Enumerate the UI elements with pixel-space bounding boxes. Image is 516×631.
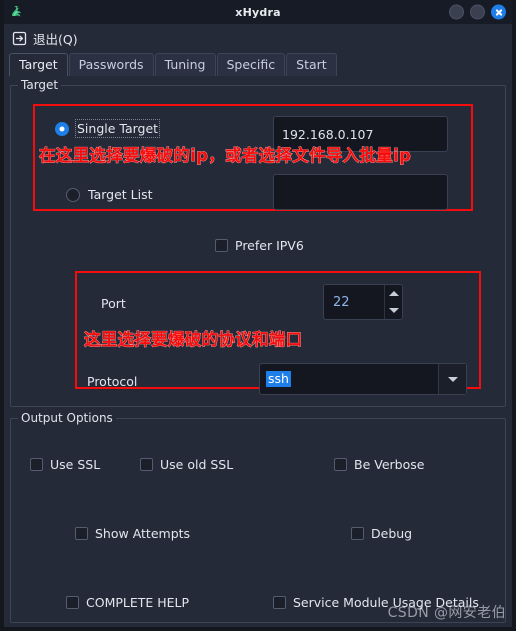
- xhydra-window: xHydra 退出(Q) Target Passwords Tuning Spe…: [0, 0, 516, 631]
- chevron-down-icon: [447, 376, 458, 382]
- port-spin-up-button[interactable]: [385, 285, 402, 302]
- tab-passwords[interactable]: Passwords: [68, 53, 154, 76]
- checkbox-be-verbose-label: Be Verbose: [354, 457, 425, 472]
- checkbox-prefer-ipv6-box[interactable]: [215, 239, 228, 252]
- checkbox-show-attempts[interactable]: Show Attempts: [75, 526, 190, 541]
- checkbox-show-attempts-box[interactable]: [75, 527, 88, 540]
- target-groupbox: Target Single Target 192.168.0.107 Targe…: [10, 78, 506, 407]
- tab-specific[interactable]: Specific: [216, 53, 286, 76]
- port-spin-arrows: [384, 285, 402, 319]
- tabbar: Target Passwords Tuning Specific Start: [4, 52, 512, 76]
- tab-tuning[interactable]: Tuning: [154, 53, 216, 76]
- single-target-value: 192.168.0.107: [282, 126, 374, 142]
- checkbox-be-verbose[interactable]: Be Verbose: [334, 457, 424, 472]
- maximize-button[interactable]: [470, 4, 485, 20]
- radio-single-target[interactable]: Single Target: [55, 119, 161, 138]
- hydra-app-icon: [8, 3, 26, 21]
- minimize-button[interactable]: [449, 4, 464, 20]
- checkbox-prefer-ipv6-label: Prefer IPV6: [235, 238, 304, 253]
- radio-target-list-indicator[interactable]: [66, 187, 80, 202]
- chevron-up-icon: [388, 291, 399, 296]
- window-controls: [449, 4, 506, 20]
- annotation-text-protocol: 这里选择要爆破的协议和端口: [84, 330, 303, 350]
- checkbox-debug-label: Debug: [371, 526, 413, 541]
- menu-item-quit[interactable]: 退出(Q): [11, 29, 78, 48]
- checkbox-complete-help-box[interactable]: [66, 596, 79, 609]
- port-spin-down-button[interactable]: [385, 302, 402, 319]
- checkbox-complete-help[interactable]: COMPLETE HELP: [66, 595, 189, 610]
- radio-target-list-label: Target List: [88, 187, 153, 202]
- radio-single-target-label: Single Target: [74, 119, 161, 138]
- checkbox-show-attempts-label: Show Attempts: [95, 526, 191, 541]
- tab-target[interactable]: Target: [9, 53, 68, 76]
- chevron-down-icon: [388, 308, 399, 313]
- output-options-groupbox: Output Options Use SSL Use old SSL Be Ve…: [10, 411, 506, 623]
- menu-item-quit-label: 退出(Q): [33, 31, 78, 47]
- target-group-title: Target: [18, 78, 62, 93]
- checkbox-service-module-usage-details-label: Service Module Usage Details: [293, 595, 479, 610]
- checkbox-use-ssl-label: Use SSL: [50, 457, 101, 472]
- protocol-value-wrapper[interactable]: ssh: [260, 364, 438, 394]
- checkbox-use-old-ssl-box[interactable]: [140, 458, 153, 471]
- checkbox-prefer-ipv6[interactable]: Prefer IPV6: [215, 238, 304, 253]
- checkbox-complete-help-label: COMPLETE HELP: [86, 595, 190, 610]
- exit-icon: [11, 30, 27, 46]
- protocol-value: ssh: [266, 371, 291, 387]
- checkbox-be-verbose-box[interactable]: [334, 458, 347, 471]
- checkbox-debug-box[interactable]: [351, 527, 364, 540]
- close-button[interactable]: [491, 4, 506, 20]
- protocol-combobox[interactable]: ssh: [259, 363, 467, 395]
- protocol-label: Protocol: [87, 374, 138, 389]
- port-value[interactable]: 22: [324, 285, 384, 319]
- menubar: 退出(Q): [4, 24, 512, 52]
- protocol-dropdown-button[interactable]: [438, 364, 466, 394]
- checkbox-use-old-ssl-label: Use old SSL: [160, 457, 234, 472]
- tab-content-target: Target Single Target 192.168.0.107 Targe…: [4, 76, 512, 627]
- radio-single-target-indicator[interactable]: [55, 121, 69, 136]
- checkbox-service-module-usage-details[interactable]: Service Module Usage Details: [273, 595, 479, 610]
- checkbox-use-ssl[interactable]: Use SSL: [30, 457, 100, 472]
- checkbox-service-module-usage-details-box[interactable]: [273, 596, 286, 609]
- radio-target-list[interactable]: Target List: [66, 187, 153, 202]
- checkbox-use-ssl-box[interactable]: [30, 458, 43, 471]
- titlebar: xHydra: [4, 0, 512, 24]
- target-list-input[interactable]: [273, 174, 448, 210]
- port-spinbox[interactable]: 22: [323, 284, 403, 320]
- port-label: Port: [101, 296, 126, 311]
- checkbox-use-old-ssl[interactable]: Use old SSL: [140, 457, 233, 472]
- output-group-title: Output Options: [18, 411, 116, 426]
- window-title: xHydra: [235, 5, 281, 19]
- checkbox-debug[interactable]: Debug: [351, 526, 412, 541]
- tab-start[interactable]: Start: [286, 53, 337, 76]
- single-target-input[interactable]: 192.168.0.107: [273, 116, 448, 152]
